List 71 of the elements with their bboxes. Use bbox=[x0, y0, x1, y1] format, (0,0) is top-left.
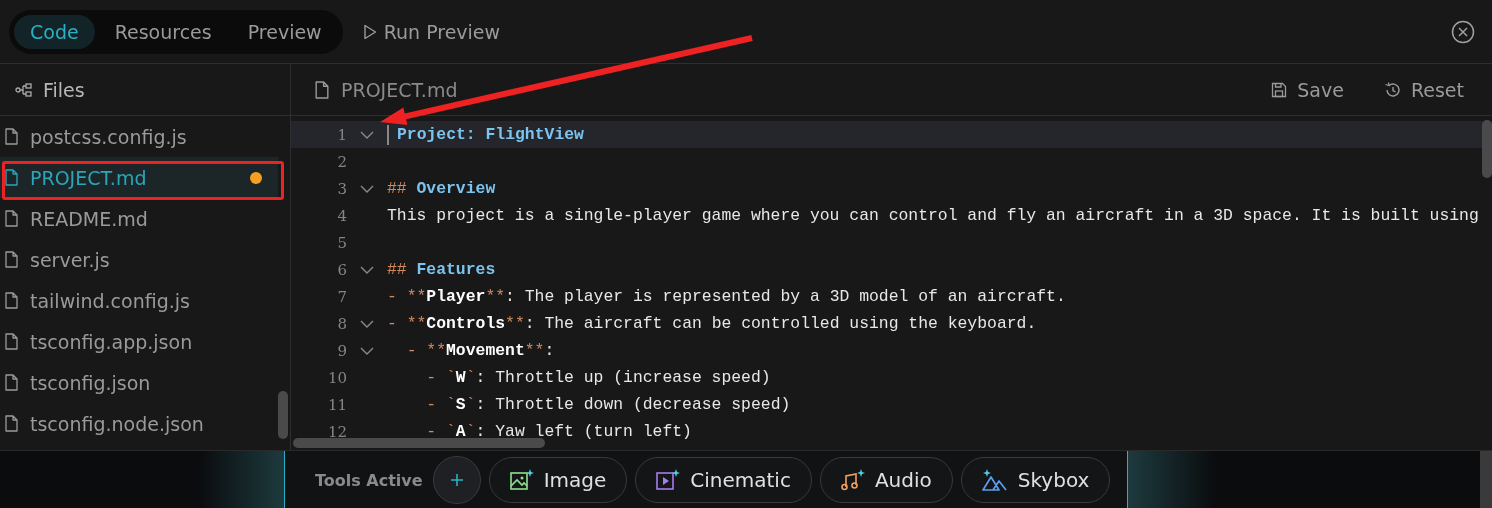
line-number: 9 bbox=[336, 341, 347, 360]
code-line: - **Player**: The player is represented by a 3D model of an aircraft. bbox=[387, 287, 1066, 306]
play-icon bbox=[362, 23, 377, 40]
line-number: 10 bbox=[326, 368, 347, 387]
video-icon bbox=[656, 469, 681, 491]
code-line: - **Movement**: bbox=[405, 341, 555, 360]
file-icon bbox=[5, 415, 18, 432]
line-number: 12 bbox=[326, 422, 347, 441]
code-line: - **Controls**: The aircraft can be controlled using the keyboard. bbox=[387, 314, 1037, 333]
file-icon bbox=[5, 333, 18, 350]
file-tab[interactable]: PROJECT.md bbox=[341, 78, 458, 101]
file-icon bbox=[5, 169, 18, 186]
tab[interactable]: Preview bbox=[231, 14, 338, 49]
code-line: - `S`: Throttle down (decrease speed) bbox=[425, 395, 791, 414]
plus-icon bbox=[449, 473, 464, 487]
line-number: 11 bbox=[326, 395, 347, 414]
close-icon[interactable] bbox=[1451, 19, 1475, 44]
file-tree-icon bbox=[15, 82, 33, 97]
file-item[interactable]: tailwind.config.js bbox=[0, 280, 278, 321]
scrollbar-thumb[interactable] bbox=[278, 391, 288, 439]
file-item[interactable]: postcss.config.js bbox=[0, 116, 278, 157]
scrollbar-track bbox=[1480, 451, 1492, 508]
code-line: ## Features bbox=[387, 260, 496, 279]
code-line: This project is a single-player game where you can control and fly an aircraft in a 3D space. It is built using bbox=[387, 206, 1479, 225]
file-item[interactable]: tsconfig.node.json bbox=[0, 403, 278, 444]
code-line: ## Overview bbox=[387, 179, 496, 198]
chevron-down-icon[interactable] bbox=[360, 319, 374, 328]
line-number: 1 bbox=[336, 125, 347, 144]
code-line: - `A`: Yaw left (turn left) bbox=[425, 422, 692, 441]
scrollbar-thumb[interactable] bbox=[1482, 120, 1492, 178]
code-line: - `W`: Throttle up (increase speed) bbox=[425, 368, 771, 387]
line-number: 2 bbox=[336, 152, 347, 171]
text-cursor bbox=[387, 124, 389, 145]
tool-button[interactable]: Audio bbox=[819, 457, 953, 503]
chevron-down-icon[interactable] bbox=[360, 184, 374, 193]
history-icon bbox=[1383, 81, 1401, 98]
line-number: 7 bbox=[336, 287, 347, 306]
file-item[interactable]: README.md bbox=[0, 198, 278, 239]
tab[interactable]: Resources bbox=[98, 14, 228, 49]
tab[interactable]: Code bbox=[14, 14, 95, 49]
image-icon bbox=[509, 469, 534, 491]
file-item[interactable]: server.js bbox=[0, 239, 278, 280]
file-icon bbox=[315, 80, 329, 99]
music-note-icon bbox=[840, 469, 865, 491]
file-item[interactable]: tsconfig.app.json bbox=[0, 321, 278, 362]
tool-button[interactable]: Skybox bbox=[960, 457, 1111, 503]
line-number: 4 bbox=[336, 206, 347, 225]
file-icon bbox=[5, 374, 18, 391]
files-title: Files bbox=[43, 78, 85, 101]
chevron-down-icon[interactable] bbox=[360, 265, 374, 274]
file-icon bbox=[5, 251, 18, 268]
code-line: Project: FlightView bbox=[397, 125, 584, 144]
tools-active-label: Tools Active bbox=[315, 470, 423, 490]
save-button[interactable]: Save bbox=[1265, 77, 1350, 102]
file-icon bbox=[5, 210, 18, 227]
chevron-down-icon[interactable] bbox=[360, 346, 374, 355]
scrollbar-thumb[interactable] bbox=[293, 438, 545, 448]
file-icon bbox=[5, 292, 18, 309]
line-number: 8 bbox=[336, 314, 347, 333]
chevron-down-icon[interactable] bbox=[360, 130, 374, 139]
tool-button[interactable]: Image bbox=[488, 457, 628, 503]
run-preview-button[interactable]: Run Preview bbox=[356, 19, 507, 44]
save-icon bbox=[1271, 81, 1288, 98]
line-number: 3 bbox=[336, 179, 347, 198]
line-number: 5 bbox=[336, 233, 347, 252]
file-item[interactable]: tsconfig.json bbox=[0, 362, 278, 403]
file-icon bbox=[5, 128, 18, 145]
line-number: 6 bbox=[336, 260, 347, 279]
tool-button[interactable]: Cinematic bbox=[635, 457, 812, 503]
reset-button[interactable]: Reset bbox=[1377, 77, 1470, 102]
mountain-icon bbox=[981, 469, 1008, 491]
